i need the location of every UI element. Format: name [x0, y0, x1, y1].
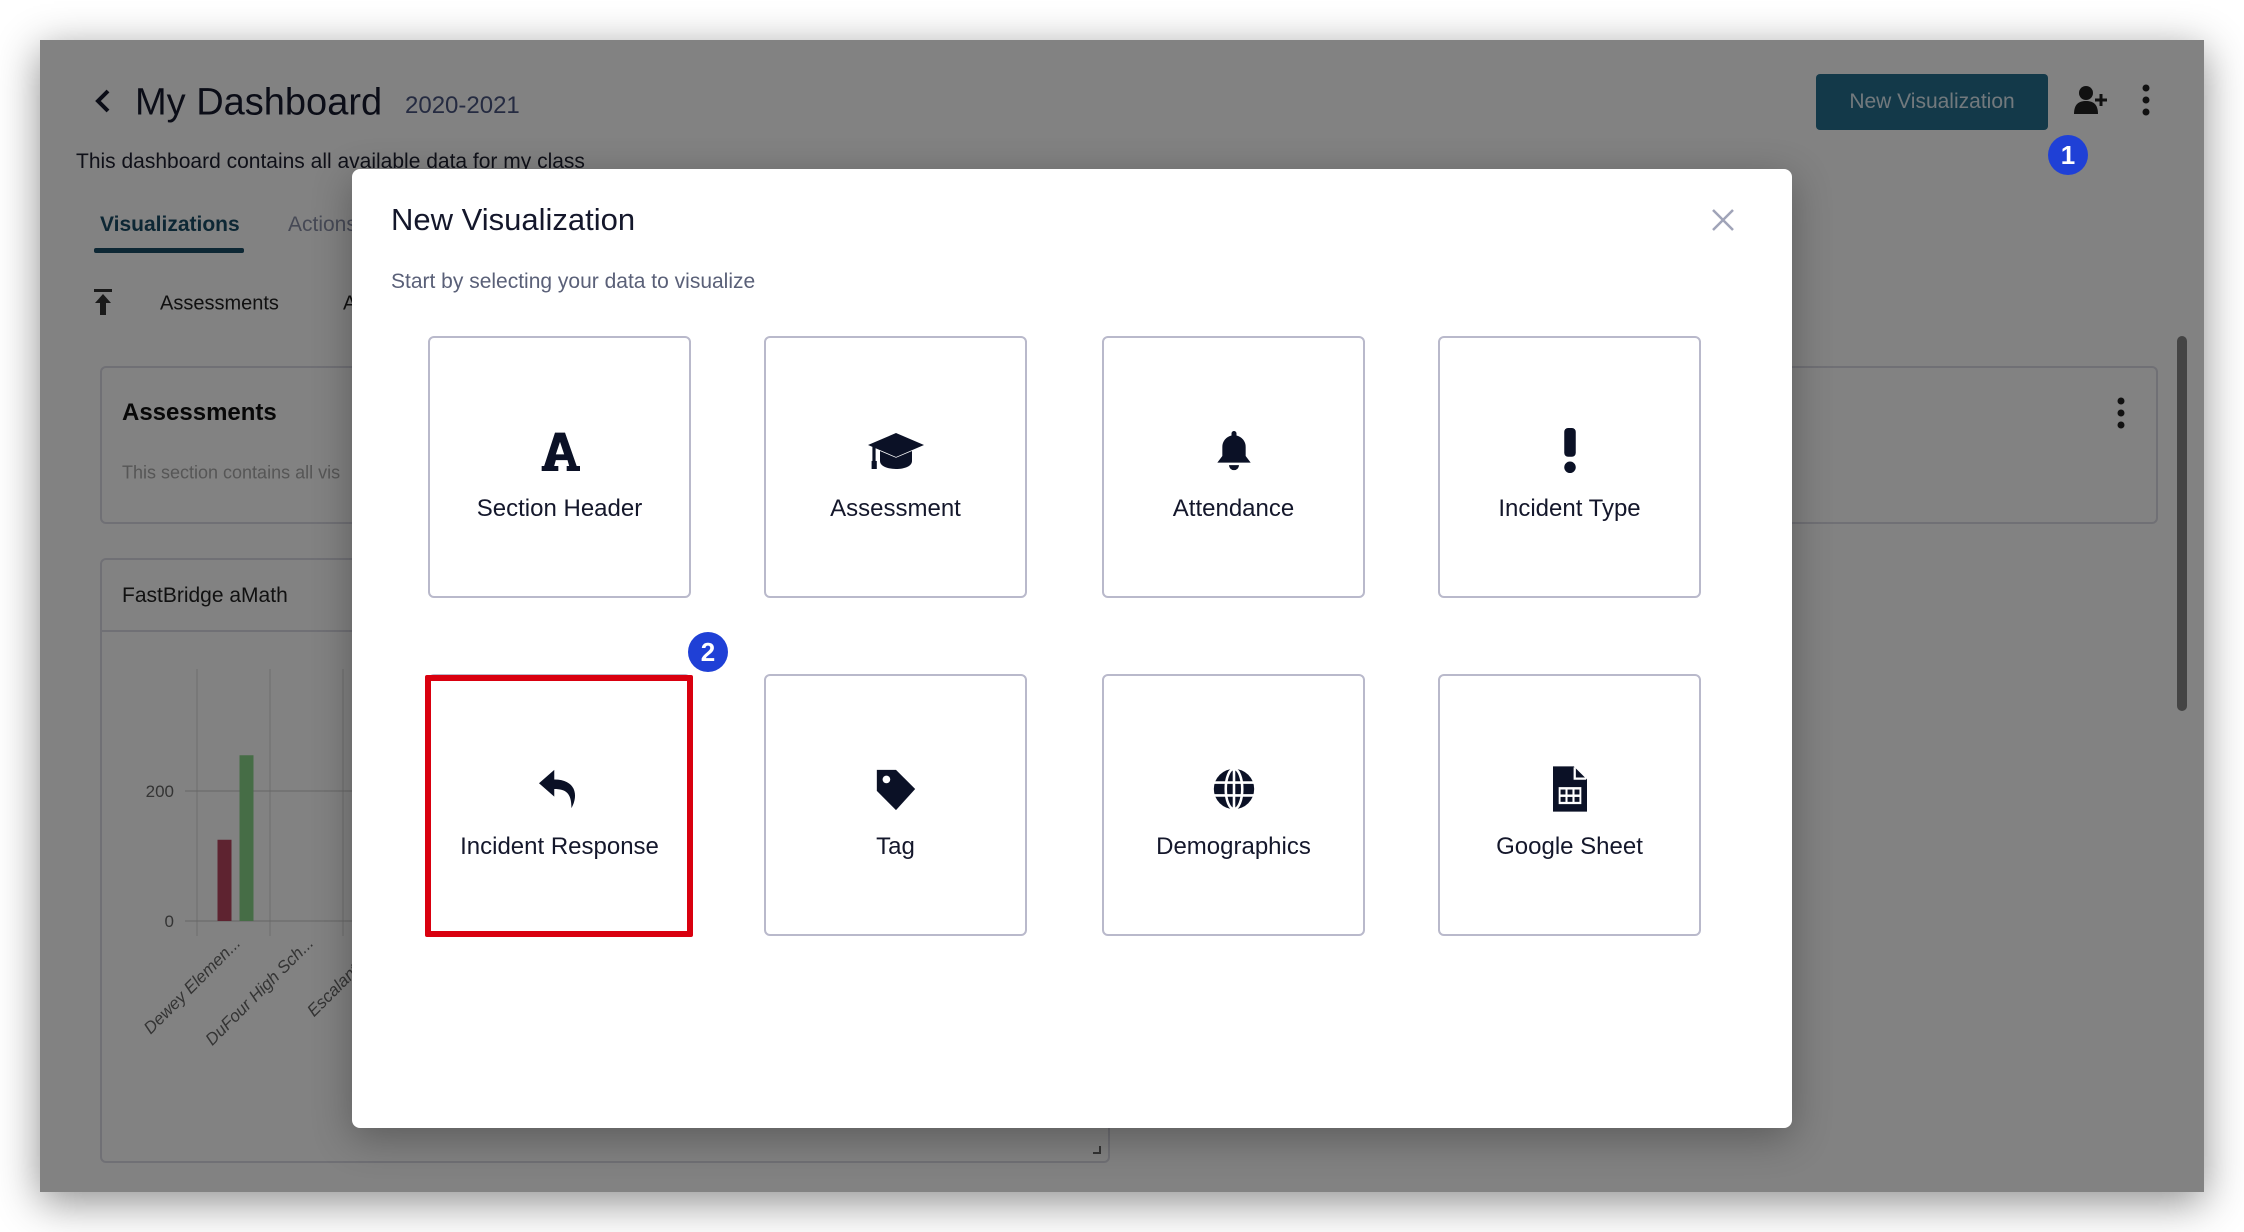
reply-icon: [538, 769, 575, 809]
option-label: Google Sheet: [1496, 833, 1643, 860]
option-label: Tag: [876, 833, 915, 860]
exclamation-icon: [1563, 428, 1576, 474]
dialog-subtitle: Start by selecting your data to visualiz…: [391, 270, 756, 293]
option-demographics[interactable]: Demographics: [1102, 674, 1365, 936]
option-label: Attendance: [1172, 495, 1295, 522]
option-label: Incident Response: [460, 833, 659, 860]
globe-icon: [1213, 767, 1254, 811]
letter-a-icon: [541, 432, 580, 471]
option-incident-response[interactable]: Incident Response: [428, 674, 691, 936]
page-scrollbar[interactable]: [2177, 336, 2187, 711]
new-visualization-dialog: New Visualization Start by selecting you…: [352, 169, 1792, 1128]
tag-icon: [876, 769, 915, 811]
bell-icon: [1216, 431, 1251, 471]
option-label: Section Header: [476, 495, 643, 522]
option-label: Incident Type: [1498, 495, 1641, 522]
step-badge-2: 2: [688, 632, 728, 672]
option-assessment[interactable]: Assessment: [764, 336, 1027, 598]
close-icon[interactable]: [1705, 202, 1741, 238]
option-incident-type[interactable]: Incident Type: [1438, 336, 1701, 598]
option-section-header[interactable]: Section Header: [428, 336, 691, 598]
option-label: Demographics: [1156, 833, 1311, 860]
option-label: Assessment: [830, 495, 961, 522]
app-window: My Dashboard 2020-2021 This dashboard co…: [40, 40, 2204, 1192]
option-tag[interactable]: Tag: [764, 674, 1027, 936]
spreadsheet-file-icon: [1552, 766, 1587, 812]
option-attendance[interactable]: Attendance: [1102, 336, 1365, 598]
graduation-cap-icon: [867, 433, 924, 469]
dialog-title: New Visualization: [391, 202, 636, 237]
step-badge-1: 1: [2048, 135, 2088, 175]
option-google-sheet[interactable]: Google Sheet: [1438, 674, 1701, 936]
